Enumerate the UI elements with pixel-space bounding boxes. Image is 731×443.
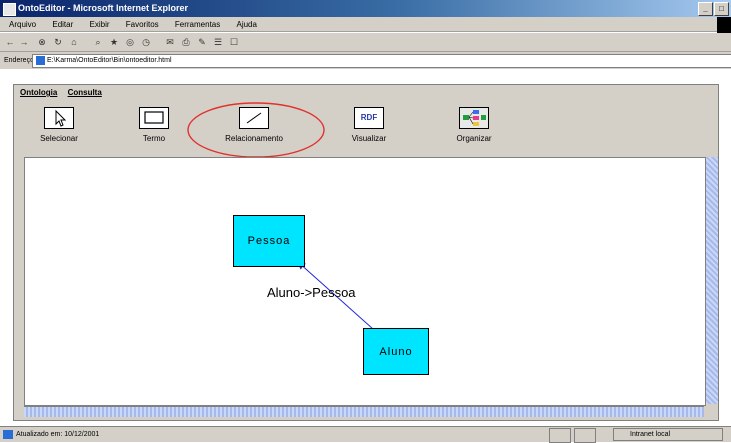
tool-visualizar[interactable]: RDF Visualizar [324, 107, 414, 147]
highlight-ellipse [187, 102, 325, 158]
rectangle-icon [139, 107, 169, 129]
maximize-button[interactable]: □ [714, 2, 729, 16]
page-done-icon [3, 430, 13, 439]
menu-ontologia[interactable]: Ontologia [20, 88, 57, 97]
browser-menubar: Arquivo Editar Exibir Favoritos Ferramen… [0, 17, 731, 32]
page-icon [36, 56, 45, 65]
address-label: Endereço [4, 57, 34, 64]
zone-label: Intranet local [630, 431, 671, 438]
menu-favoritos[interactable]: Favoritos [126, 20, 159, 29]
vertical-scrollbar[interactable] [705, 157, 718, 404]
tool-label: Organizar [456, 134, 492, 143]
term-node-pessoa[interactable]: Pessoa [233, 215, 305, 267]
minimize-button[interactable]: _ [698, 2, 713, 16]
status-pane [549, 428, 571, 443]
tool-label: Selecionar [40, 134, 78, 143]
media-icon[interactable]: ◎ [124, 36, 136, 48]
discuss-icon[interactable]: ☰ [212, 36, 224, 48]
history-icon[interactable]: ◷ [140, 36, 152, 48]
window-titlebar: OntoEditor - Microsoft Internet Explorer… [0, 0, 731, 17]
status-bar: Atualizado em: 10/12/2001 Intranet local [0, 426, 731, 443]
print-icon[interactable]: ⎙ [180, 36, 192, 48]
ie-page-icon [3, 3, 16, 16]
tool-label: Visualizar [351, 134, 387, 143]
ontoeditor-applet: Ontologia Consulta Selecionar Termo Rela… [13, 84, 719, 421]
term-node-aluno[interactable]: Aluno [363, 328, 429, 375]
search-icon[interactable]: ⌕ [92, 36, 104, 48]
security-zone: Intranet local [613, 428, 723, 441]
menu-ferramentas[interactable]: Ferramentas [175, 20, 220, 29]
app-menubar: Ontologia Consulta [20, 88, 110, 97]
browser-toolbar: ← → ⊗ ↻ ⌂ ⌕ ★ ◎ ◷ ✉ ⎙ ✎ ☰ ☐ [0, 33, 731, 52]
rdf-icon: RDF [354, 107, 384, 129]
forward-icon[interactable]: → [18, 36, 30, 48]
menu-consulta[interactable]: Consulta [68, 88, 102, 97]
status-text: Atualizado em: 10/12/2001 [16, 431, 100, 438]
tool-organizar[interactable]: Organizar [429, 107, 519, 147]
relationship-label: Aluno->Pessoa [267, 285, 356, 300]
ontology-canvas[interactable]: Pessoa Aluno Aluno->Pessoa [24, 157, 706, 406]
address-value: E:\Karma\OntoEditor\Bin\ontoeditor.html [47, 57, 172, 64]
status-pane [574, 428, 596, 443]
stop-icon[interactable]: ⊗ [36, 36, 48, 48]
messenger-icon[interactable]: ☐ [228, 36, 240, 48]
menu-exibir[interactable]: Exibir [90, 20, 110, 29]
menu-arquivo[interactable]: Arquivo [9, 20, 36, 29]
menu-editar[interactable]: Editar [52, 20, 73, 29]
address-input[interactable]: E:\Karma\OntoEditor\Bin\ontoeditor.html [32, 54, 731, 68]
address-bar: Endereço E:\Karma\OntoEditor\Bin\ontoedi… [0, 52, 731, 69]
favorites-icon[interactable]: ★ [108, 36, 120, 48]
home-icon[interactable]: ⌂ [68, 36, 80, 48]
back-icon[interactable]: ← [4, 36, 16, 48]
edit-icon[interactable]: ✎ [196, 36, 208, 48]
node-label: Pessoa [247, 235, 291, 247]
node-label: Aluno [379, 345, 413, 358]
refresh-icon[interactable]: ↻ [52, 36, 64, 48]
tool-selecionar[interactable]: Selecionar [14, 107, 104, 147]
organize-icon [459, 107, 489, 129]
mail-icon[interactable]: ✉ [164, 36, 176, 48]
cursor-icon [44, 107, 74, 129]
menu-ajuda[interactable]: Ajuda [236, 20, 256, 29]
horizontal-scrollbar[interactable] [24, 406, 704, 417]
window-title: OntoEditor - Microsoft Internet Explorer [18, 3, 189, 13]
